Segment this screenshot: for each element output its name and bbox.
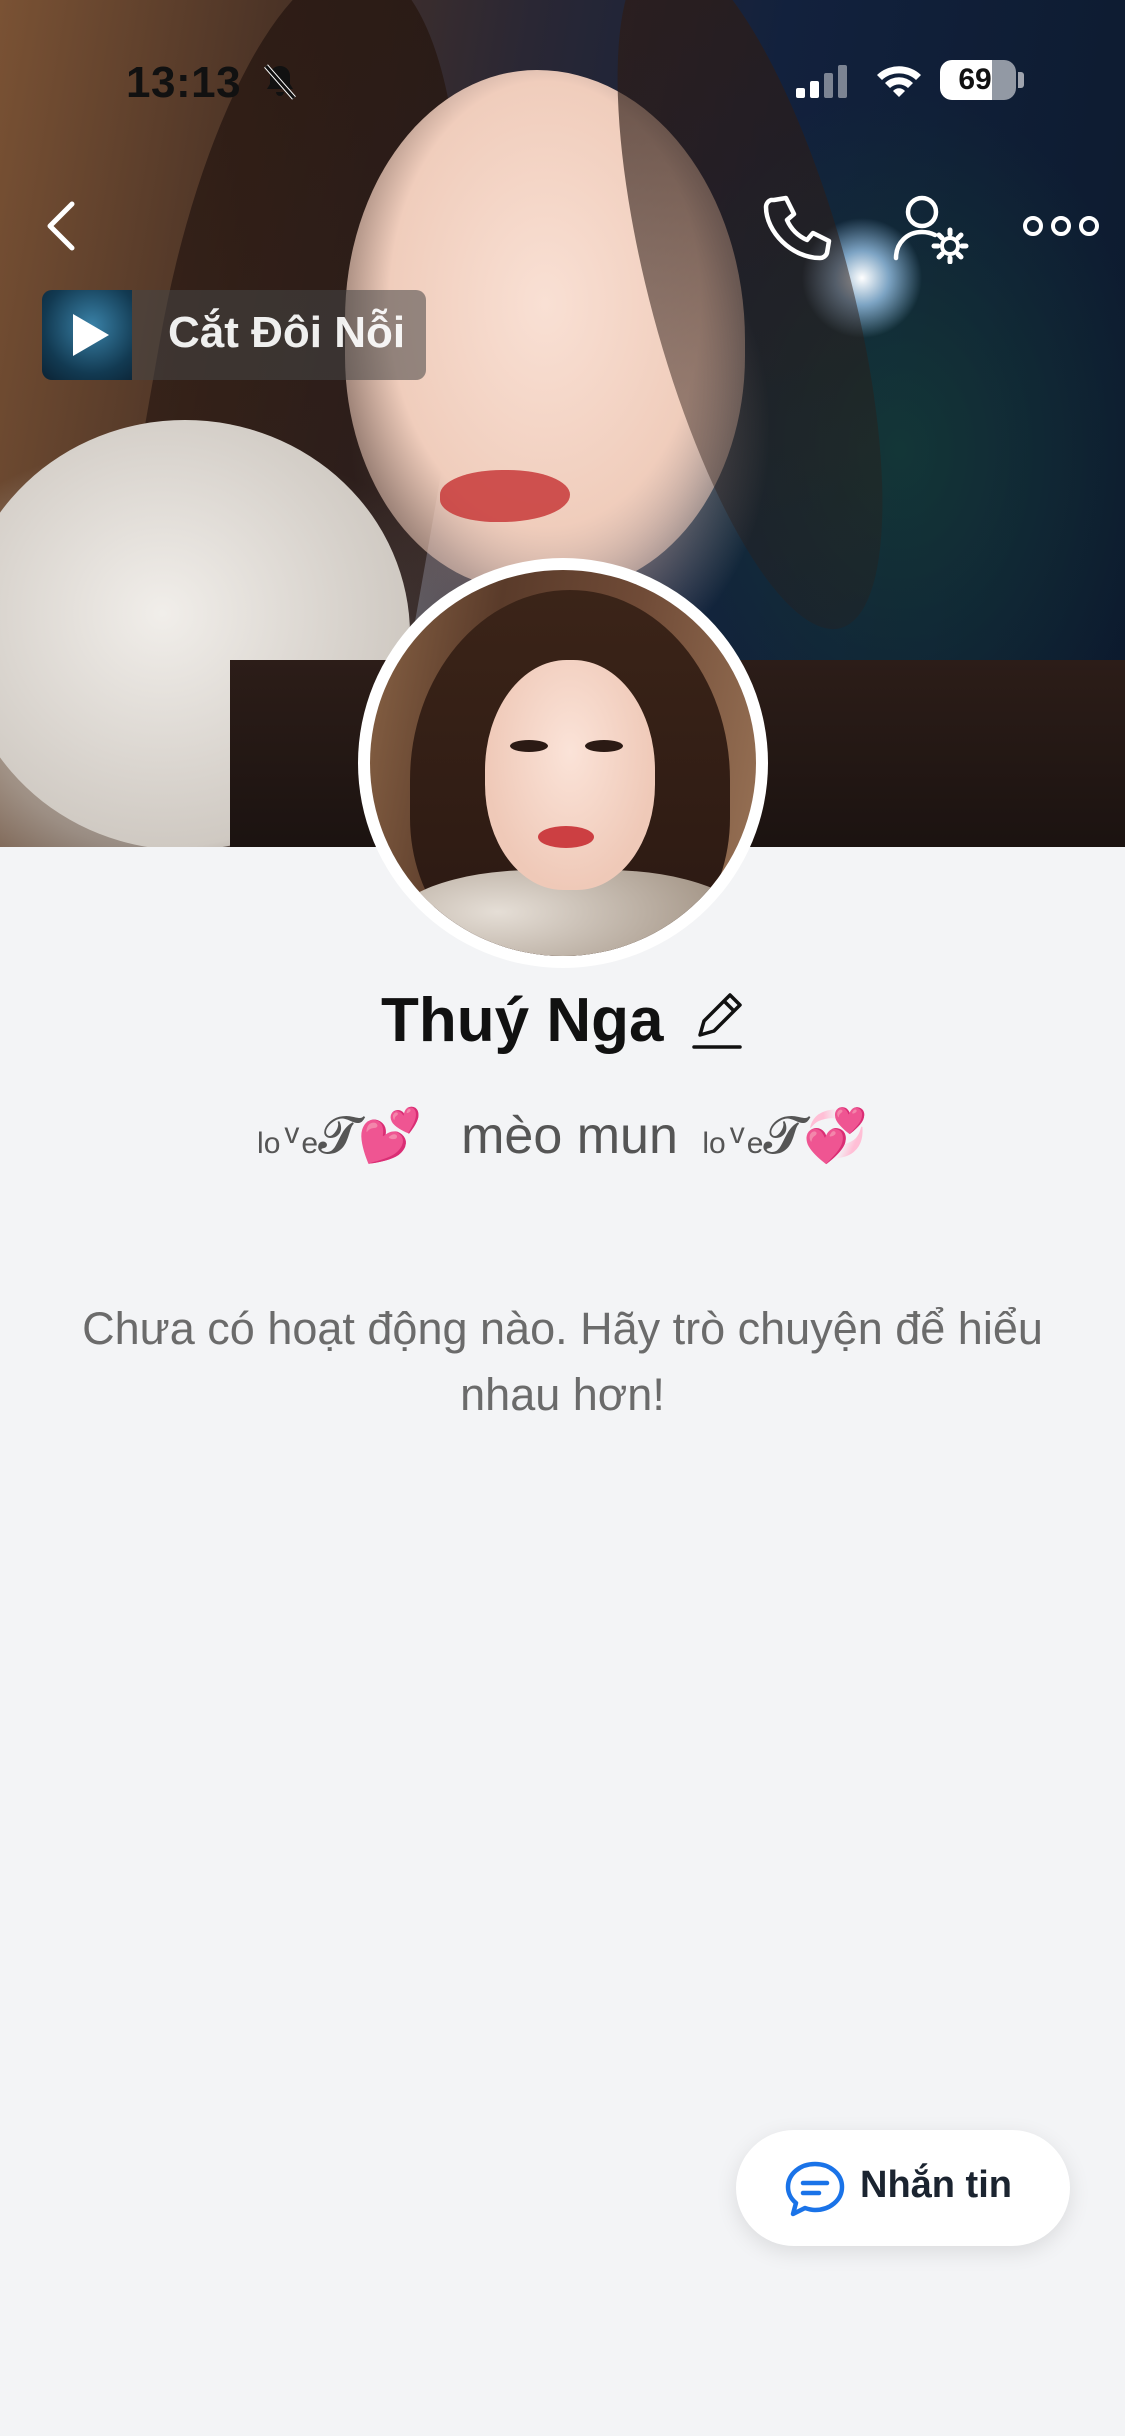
user-settings-icon[interactable]	[892, 192, 972, 264]
bio-text: v	[729, 1117, 745, 1150]
avatar[interactable]	[370, 570, 756, 956]
music-title: Cắt Đôi Nỗi	[168, 308, 406, 357]
bio-text: mèo mun	[461, 1107, 678, 1165]
bell-off-icon	[264, 64, 296, 100]
bio-text: lo	[702, 1127, 726, 1160]
wifi-icon	[877, 66, 921, 97]
message-button[interactable]: Nhắn tin	[736, 2130, 1070, 2246]
battery-indicator: 69	[940, 60, 1016, 100]
profile-name-row: Thuý Nga	[0, 985, 1125, 1065]
status-bar: 13:13 69	[0, 0, 1125, 140]
more-dots-icon[interactable]	[1022, 208, 1100, 244]
empty-activity-message: Chưa có hoạt động nào. Hãy trò chuyện để…	[82, 1303, 1043, 1420]
music-thumbnail	[42, 290, 132, 380]
bio-text: e	[301, 1127, 319, 1160]
chat-bubble-icon	[785, 2161, 845, 2217]
avatar-eye-right	[585, 740, 623, 752]
pencil-icon[interactable]	[690, 989, 744, 1053]
battery-percent: 69	[958, 63, 992, 96]
cellular-signal-icon	[796, 65, 847, 98]
status-time: 13:13	[126, 58, 242, 107]
phone-icon[interactable]	[760, 192, 832, 264]
battery-cap	[1018, 72, 1024, 88]
chevron-left-icon[interactable]	[38, 196, 86, 256]
bio-text: v	[284, 1117, 300, 1150]
profile-name: Thuý Nga	[381, 986, 664, 1055]
bio-text: e	[746, 1127, 764, 1160]
profile-bio: lo ve𝓣💕 mèo mun lo ve𝓣💞	[0, 1105, 1125, 1167]
avatar-lips	[538, 826, 594, 848]
play-icon	[73, 314, 109, 356]
avatar-face	[485, 660, 655, 890]
bio-emoji: 𝓣💕	[318, 1107, 423, 1165]
bio-text: lo	[257, 1127, 281, 1160]
bio-emoji: 𝓣💞	[763, 1107, 868, 1165]
profile-music-chip[interactable]: Cắt Đôi Nỗi	[42, 290, 426, 380]
message-button-label: Nhắn tin	[860, 2164, 1012, 2206]
avatar-eye-left	[510, 740, 548, 752]
